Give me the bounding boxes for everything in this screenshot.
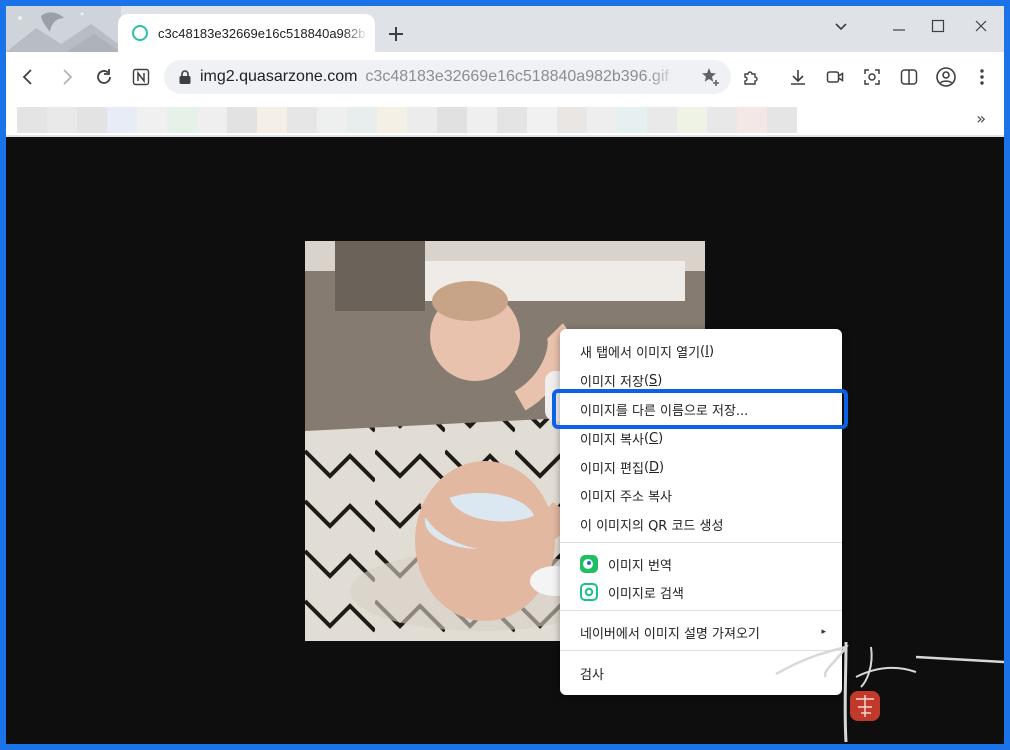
menu-accel-key: I <box>705 343 709 359</box>
menu-item-label: 이미지를 다른 이름으로 저장... <box>580 403 749 419</box>
papago-icon <box>580 555 598 573</box>
redacted-bookmarks <box>17 107 857 133</box>
new-tab-button[interactable] <box>384 22 408 46</box>
puzzle-icon <box>744 71 758 85</box>
browser-window: c3c48183e32669e16c518840a982b396.gif <box>6 6 1004 744</box>
close-window-button[interactable] <box>964 12 998 40</box>
minimize-icon <box>893 29 905 31</box>
signature-watermark <box>775 641 1004 743</box>
forward-button[interactable] <box>55 65 79 89</box>
star-add-icon <box>702 68 719 86</box>
active-tab[interactable]: c3c48183e32669e16c518840a982b396.gif <box>118 14 375 52</box>
close-icon <box>975 20 987 32</box>
toolbar: img2.quasarzone.com c3c48183e32669e16c51… <box>6 52 1004 102</box>
reload-icon <box>97 69 111 84</box>
arrow-right-icon <box>63 69 73 85</box>
side-panel-icon <box>900 69 918 85</box>
tab-title: c3c48183e32669e16c518840a982b396.gif <box>158 25 368 41</box>
menu-search-by-image[interactable]: 이미지로 검색 <box>560 578 842 606</box>
image-viewer: 새 탭에서 이미지 열기(I) 이미지 저장(S) 이미지를 다른 이름으로 저… <box>6 137 1004 744</box>
video-camera-icon <box>826 71 844 83</box>
naver-n-icon <box>132 68 150 86</box>
menu-accel-key: D <box>649 459 660 475</box>
menu-item-label: 이미지 복사 <box>580 432 644 448</box>
reload-button[interactable] <box>92 65 116 89</box>
menu-item-label: 검사 <box>580 667 604 683</box>
menu-accel-key: S <box>649 372 658 388</box>
menu-translate-image[interactable]: 이미지 번역 <box>560 550 842 578</box>
extensions-button[interactable] <box>739 65 763 89</box>
tab-favicon-icon <box>132 25 148 41</box>
download-icon <box>791 70 805 85</box>
menu-item-label: 이미지 편집 <box>580 461 644 477</box>
lens-search-icon <box>580 583 598 601</box>
naver-home-button[interactable] <box>129 65 153 89</box>
menu-item-label: 이미지 주소 복사 <box>580 489 672 505</box>
profile-button[interactable] <box>934 65 958 89</box>
tab-strip: c3c48183e32669e16c518840a982b396.gif <box>6 6 1004 52</box>
browser-theme-artwork <box>6 6 121 52</box>
account-icon <box>936 67 956 87</box>
address-bar[interactable]: img2.quasarzone.com c3c48183e32669e16c51… <box>164 60 731 94</box>
bookmark-star-button[interactable] <box>699 65 723 89</box>
more-bookmarks-chevron[interactable]: » <box>976 109 986 128</box>
screenshot-button[interactable] <box>860 65 884 89</box>
side-panel-button[interactable] <box>897 65 921 89</box>
url-host: img2.quasarzone.com <box>200 68 358 85</box>
menu-copy-image[interactable]: 이미지 복사(C) <box>560 424 842 452</box>
more-vertical-icon <box>980 69 984 85</box>
lock-icon <box>179 70 191 84</box>
tab-search-button[interactable] <box>824 12 858 40</box>
menu-item-label: 네이버에서 이미지 설명 가져오기 <box>580 626 760 642</box>
menu-save-image[interactable]: 이미지 저장(S) <box>560 366 842 394</box>
bookmarks-bar: » <box>6 102 1004 136</box>
menu-item-label: 이미지로 검색 <box>608 586 684 602</box>
arrow-left-icon <box>22 69 32 85</box>
maximize-button[interactable] <box>921 12 955 40</box>
menu-item-label: 이미지 번역 <box>608 558 672 574</box>
chevron-down-icon <box>835 23 847 31</box>
capture-icon <box>864 69 880 85</box>
menu-item-label: 이미지 저장 <box>580 374 644 390</box>
menu-save-image-as[interactable]: 이미지를 다른 이름으로 저장... <box>560 395 842 423</box>
menu-edit-image[interactable]: 이미지 편집(D) <box>560 453 842 481</box>
menu-separator <box>560 542 842 543</box>
menu-item-label: 이 이미지의 QR 코드 생성 <box>580 518 724 534</box>
menu-item-label: 새 탭에서 이미지 열기 <box>580 345 701 361</box>
menu-open-image-new-tab[interactable]: 새 탭에서 이미지 열기(I) <box>560 337 842 365</box>
menu-accel-key: C <box>649 430 659 446</box>
url-path: c3c48183e32669e16c518840a982b396.gif <box>365 68 669 85</box>
minimize-button[interactable] <box>882 12 916 40</box>
maximize-icon <box>931 19 945 33</box>
menu-copy-image-address[interactable]: 이미지 주소 복사 <box>560 481 842 509</box>
menu-create-qr-code[interactable]: 이 이미지의 QR 코드 생성 <box>560 510 842 538</box>
back-button[interactable] <box>16 65 40 89</box>
downloads-button[interactable] <box>786 65 810 89</box>
video-button[interactable] <box>823 65 847 89</box>
menu-button[interactable] <box>970 65 994 89</box>
